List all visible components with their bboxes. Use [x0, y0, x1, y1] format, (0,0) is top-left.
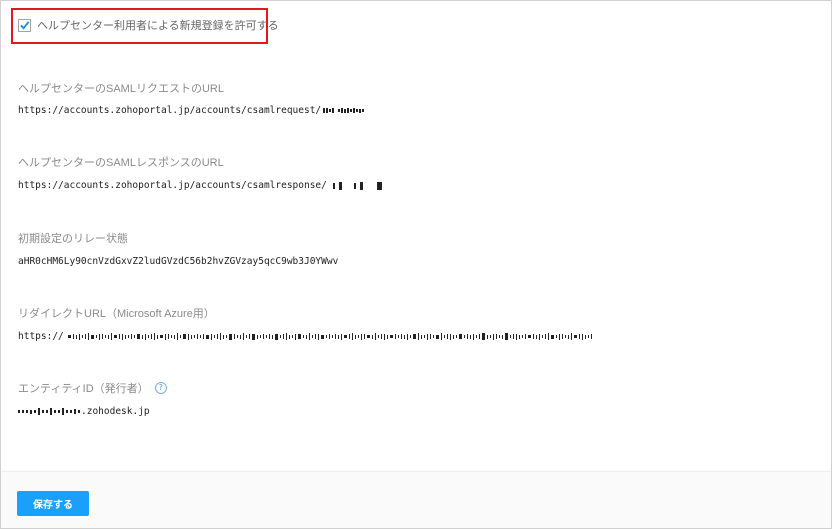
footer [1, 472, 831, 528]
saml-response-value-row: https://accounts.zohoportal.jp/accounts/… [18, 180, 382, 191]
redacted-text [323, 108, 365, 113]
redacted-text [18, 408, 80, 415]
redirect-url-field: リダイレクトURL（Microsoft Azure用） [18, 305, 215, 321]
allow-signup-label: ヘルプセンター利用者による新規登録を許可する [37, 20, 279, 32]
redacted-text [67, 333, 592, 340]
relay-state-label: 初期設定のリレー状態 [18, 233, 128, 245]
entity-id-value-row: .zohodesk.jp [18, 406, 150, 417]
relay-state-value: aHR0cHM6Ly90cnVzdGxvZ2ludGVzdC56b2hvZGVz… [18, 256, 339, 267]
saml-request-value-row: https://accounts.zohoportal.jp/accounts/… [18, 105, 365, 116]
redacted-text [332, 181, 382, 190]
saml-response-field: ヘルプセンターのSAMLレスポンスのURL [18, 154, 224, 170]
help-icon[interactable]: ? [154, 382, 167, 394]
redirect-url-label: リダイレクトURL（Microsoft Azure用） [18, 308, 215, 320]
entity-id-field: エンティティID（発行者） ? [18, 380, 167, 396]
redirect-url-value-row: https:// [18, 331, 592, 342]
save-button[interactable]: 保存する [17, 491, 89, 516]
relay-state-value-row: aHR0cHM6Ly90cnVzdGxvZ2ludGVzdC56b2hvZGVz… [18, 256, 338, 267]
allow-signup-option[interactable]: ヘルプセンター利用者による新規登録を許可する [18, 17, 279, 33]
relay-state-field: 初期設定のリレー状態 [18, 230, 128, 246]
saml-request-value: https://accounts.zohoportal.jp/accounts/… [18, 105, 322, 116]
saml-request-label: ヘルプセンターのSAMLリクエストのURL [18, 83, 224, 95]
entity-id-label: エンティティID（発行者） [18, 383, 149, 395]
saml-response-label: ヘルプセンターのSAMLレスポンスのURL [18, 157, 224, 169]
allow-signup-checkbox[interactable] [18, 18, 31, 32]
saml-request-field: ヘルプセンターのSAMLリクエストのURL [18, 80, 224, 96]
saml-response-value: https://accounts.zohoportal.jp/accounts/… [18, 180, 327, 191]
redirect-url-value: https:// [18, 331, 64, 342]
entity-id-value: .zohodesk.jp [81, 406, 150, 417]
check-icon [20, 21, 30, 30]
